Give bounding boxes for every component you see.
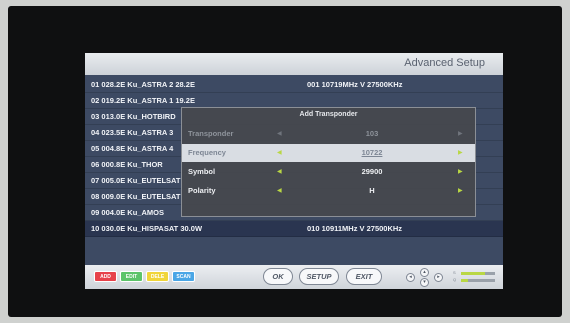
frequency-input[interactable]: 10722 — [332, 144, 412, 162]
satellite-name: 06 000.8E Ku_THOR — [91, 160, 163, 169]
ok-button[interactable]: OK — [263, 268, 293, 285]
satellite-name: 05 004.8E Ku_ASTRA 4 — [91, 144, 174, 153]
arrow-left-icon[interactable]: ◀ — [277, 144, 282, 162]
screen-header: Advanced Setup — [85, 53, 503, 75]
nav-left-icon[interactable]: ◂ — [406, 273, 415, 282]
setup-button[interactable]: SETUP — [299, 268, 339, 285]
satellite-name: 02 019.2E Ku_ASTRA 1 19.2E — [91, 96, 195, 105]
signal-strength-bar — [461, 272, 495, 275]
symbol-field[interactable]: Symbol ◀ 29900 ▶ — [182, 163, 475, 181]
navigation-pad: ◂ ▴ ▾ ▸ — [406, 268, 448, 287]
dialog-title: Add Transponder — [299, 111, 358, 118]
satellite-name: 03 013.0E Ku_HOTBIRD — [91, 112, 176, 121]
page-title: Advanced Setup — [404, 57, 485, 69]
field-label: Frequency — [188, 148, 226, 157]
field-label: Polarity — [188, 186, 216, 195]
arrow-left-icon[interactable]: ◀ — [277, 163, 282, 181]
add-transponder-dialog: Add Transponder Transponder ◀ 103 ▶ Freq… — [181, 107, 476, 217]
arrow-left-icon[interactable]: ◀ — [277, 182, 282, 200]
signal-quality-bar — [461, 279, 495, 282]
nav-right-icon[interactable]: ▸ — [434, 273, 443, 282]
scan-key-button[interactable]: SCAN — [172, 271, 195, 282]
footer-bar: ADD EDIT DELE SCAN OK SETUP EXIT ◂ ▴ ▾ ▸… — [85, 265, 503, 289]
satellite-name: 08 009.0E Ku_EUTELSAT — [91, 192, 181, 201]
tv-screen: Advanced Setup 01 028.2E Ku_ASTRA 2 28.2… — [85, 53, 503, 289]
arrow-right-icon: ▶ — [458, 131, 463, 137]
satellite-name: 09 004.0E Ku_AMOS — [91, 208, 164, 217]
field-label: Symbol — [188, 167, 216, 176]
delete-key-button[interactable]: DELE — [146, 271, 169, 282]
arrow-right-icon[interactable]: ▶ — [458, 182, 463, 200]
list-item-selected[interactable]: 10 030.0E Ku_HISPASAT 30.0W 010 10911MHz … — [85, 221, 503, 237]
symbol-input[interactable]: 29900 — [332, 163, 412, 181]
satellite-name: 07 005.0E Ku_EUTELSAT — [91, 176, 181, 185]
quality-label: Q — [453, 277, 457, 282]
satellite-name: 10 030.0E Ku_HISPASAT 30.0W — [91, 224, 203, 233]
strength-label: S — [453, 270, 456, 275]
polarity-select[interactable]: H — [332, 182, 412, 200]
nav-down-icon[interactable]: ▾ — [420, 278, 429, 287]
transponder-info: 010 10911MHz V 27500KHz — [307, 224, 403, 233]
frequency-field[interactable]: Frequency ◀ 10722 ▶ — [182, 144, 475, 162]
arrow-right-icon[interactable]: ▶ — [458, 163, 463, 181]
add-key-button[interactable]: ADD — [94, 271, 117, 282]
tv-bezel: Advanced Setup 01 028.2E Ku_ASTRA 2 28.2… — [8, 6, 562, 317]
polarity-field[interactable]: Polarity ◀ H ▶ — [182, 182, 475, 200]
exit-button[interactable]: EXIT — [346, 268, 382, 285]
field-value: 103 — [365, 129, 379, 138]
transponder-field: Transponder ◀ 103 ▶ — [182, 125, 475, 143]
nav-up-icon[interactable]: ▴ — [420, 268, 429, 277]
satellite-name: 04 023.5E Ku_ASTRA 3 — [91, 128, 174, 137]
arrow-right-icon[interactable]: ▶ — [458, 144, 463, 162]
list-item[interactable]: 01 028.2E Ku_ASTRA 2 28.2E 001 10719MHz V… — [85, 77, 503, 93]
edit-key-button[interactable]: EDIT — [120, 271, 143, 282]
transponder-info: 001 10719MHz V 27500KHz — [307, 80, 403, 89]
field-label: Transponder — [188, 129, 234, 138]
arrow-left-icon: ◀ — [277, 131, 282, 137]
satellite-name: 01 028.2E Ku_ASTRA 2 28.2E — [91, 80, 195, 89]
signal-strength-fill — [461, 272, 485, 275]
signal-indicator: S Q — [453, 270, 499, 284]
signal-quality-fill — [461, 279, 468, 282]
